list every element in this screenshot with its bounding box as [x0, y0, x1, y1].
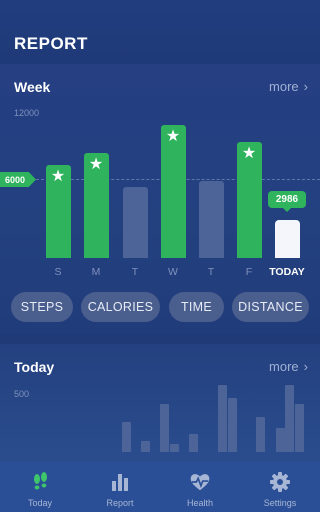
hourly-bar-24 — [256, 417, 265, 452]
hourly-bar-15 — [170, 444, 179, 452]
week-bar-3[interactable]: ★ — [160, 125, 186, 258]
goal-tag: 6000 — [0, 172, 36, 187]
today-value-badge: 2986 — [268, 191, 306, 212]
week-card: Week more › 12000 6000 2986 ★ S ★ M T ★ W T ★ F TO… — [0, 64, 320, 334]
week-bar-2[interactable] — [122, 187, 148, 258]
week-day-label-1: M — [91, 266, 101, 278]
nav-label-report: Report — [106, 498, 134, 508]
metric-tabs: STEPS CALORIES TIME DISTANCE — [0, 292, 320, 322]
gear-icon — [269, 471, 291, 493]
nav-item-report[interactable]: Report — [80, 462, 160, 512]
today-card-title: Today — [14, 359, 55, 375]
today-more-label: more — [269, 359, 299, 374]
nav-label-today: Today — [27, 498, 53, 508]
week-day-label-6: TODAY — [269, 266, 305, 278]
week-bar-4[interactable] — [198, 181, 224, 258]
hourly-bar-27 — [285, 385, 294, 452]
tab-distance[interactable]: DISTANCE — [232, 292, 309, 322]
nav-label-settings: Settings — [263, 498, 297, 508]
today-more-link[interactable]: more › — [269, 359, 308, 374]
week-day-label-5: F — [245, 266, 253, 278]
week-bar-0[interactable]: ★ — [45, 165, 71, 258]
week-day-label-2: T — [131, 266, 139, 278]
hourly-bar-17 — [189, 434, 198, 452]
hourly-bar-14 — [160, 404, 169, 452]
tab-steps[interactable]: STEPS — [11, 292, 73, 322]
chevron-right-icon: › — [303, 359, 308, 374]
footsteps-icon — [29, 471, 51, 493]
week-bar-6[interactable] — [274, 220, 300, 258]
star-icon: ★ — [165, 128, 181, 145]
today-y-max-label: 500 — [14, 389, 30, 399]
hourly-bar-10 — [122, 422, 131, 452]
week-day-label-0: S — [54, 266, 62, 278]
nav-item-today[interactable]: Today — [0, 462, 80, 512]
week-day-label-4: T — [207, 266, 215, 278]
star-icon: ★ — [241, 145, 257, 162]
tab-time[interactable]: TIME — [169, 292, 224, 322]
week-bar-5[interactable]: ★ — [236, 142, 262, 258]
star-icon: ★ — [88, 156, 104, 173]
page-title: REPORT — [14, 34, 88, 53]
nav-item-settings[interactable]: Settings — [240, 462, 320, 512]
nav-item-health[interactable]: Health — [160, 462, 240, 512]
bottom-nav: Today Report Health Settings — [0, 462, 320, 512]
hourly-bar-21 — [228, 398, 237, 452]
hourly-bar-28 — [295, 404, 304, 452]
bar-chart-icon — [109, 471, 131, 493]
nav-label-health: Health — [186, 498, 213, 508]
hourly-bar-26 — [276, 428, 285, 452]
heart-pulse-icon — [189, 471, 211, 493]
star-icon: ★ — [50, 168, 66, 185]
hourly-bar-20 — [218, 385, 227, 452]
week-day-label-3: W — [168, 266, 178, 278]
hourly-bar-12 — [141, 441, 150, 452]
week-bar-1[interactable]: ★ — [83, 153, 109, 258]
tab-calories[interactable]: CALORIES — [81, 292, 160, 322]
today-card: Today more › 500 — [0, 344, 320, 464]
app-header: REPORT — [0, 0, 320, 64]
